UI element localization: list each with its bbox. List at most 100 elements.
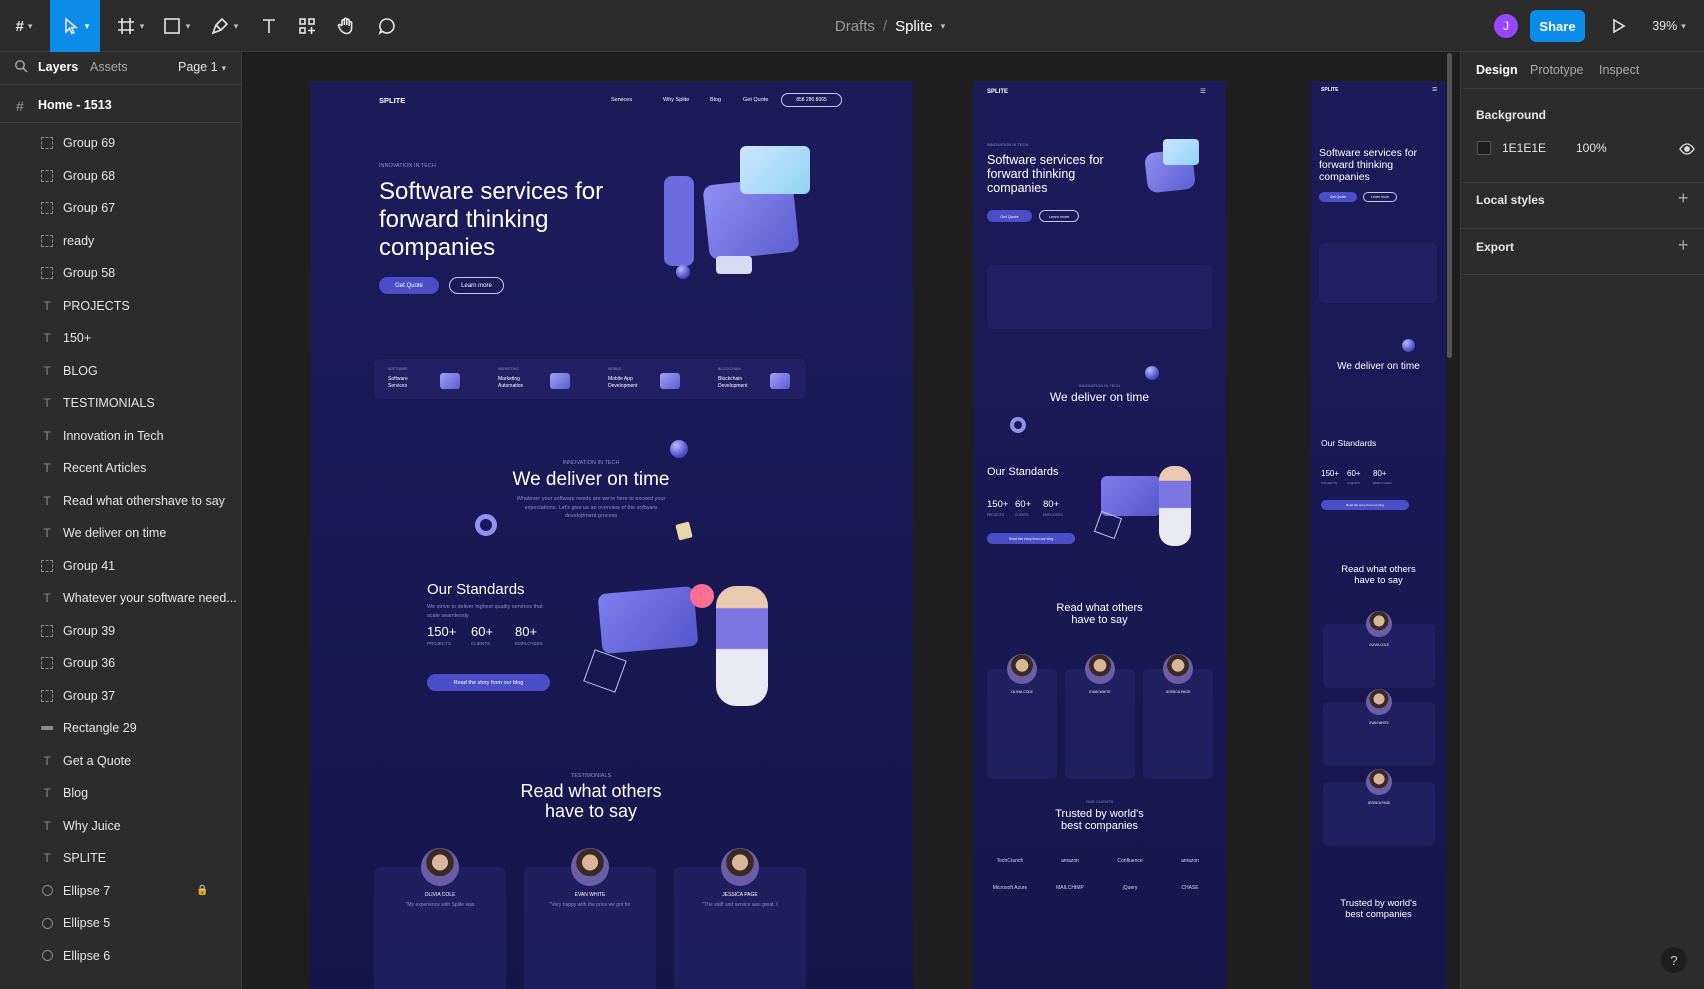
get-quote-button[interactable]: Get Quote [379, 277, 439, 294]
layer-row[interactable]: Group 69 [0, 127, 241, 159]
avatar [1366, 769, 1392, 795]
components-icon [299, 18, 315, 34]
canvas[interactable]: SPLITE Services Why Splite Blog Get Quot… [242, 52, 1460, 989]
layer-row[interactable]: T PROJECTS [0, 290, 241, 322]
add-local-style-icon[interactable]: + [1678, 188, 1689, 209]
layer-row[interactable]: Group 39 [0, 615, 241, 647]
layer-row[interactable]: ready [0, 225, 241, 257]
nav-blog[interactable]: Blog [710, 97, 721, 103]
resources-tool-button[interactable] [292, 0, 322, 52]
tab-assets[interactable]: Assets [90, 60, 128, 74]
layer-row[interactable]: Rectangle 29 [0, 712, 241, 744]
present-button[interactable] [1605, 0, 1631, 52]
background-opacity[interactable]: 100% [1576, 141, 1607, 155]
tab-layers[interactable]: Layers [38, 60, 78, 74]
layer-row[interactable]: T Innovation in Tech [0, 420, 241, 452]
user-avatar[interactable]: J [1493, 0, 1519, 52]
chevron-down-icon[interactable]: ▾ [941, 21, 946, 32]
help-button[interactable]: ? [1661, 947, 1687, 973]
get-quote-button[interactable]: Get Quote [987, 210, 1032, 222]
page-select[interactable]: Page 1 ▾ [178, 60, 226, 74]
background-swatch[interactable] [1477, 141, 1491, 155]
service-item[interactable]: MARKETING Marketing Automation [498, 367, 598, 393]
tab-design[interactable]: Design [1476, 63, 1518, 77]
layer-name: Blog [63, 786, 89, 800]
add-export-icon[interactable]: + [1678, 235, 1689, 256]
layer-name: Whatever your software need... [63, 591, 237, 605]
nav-why[interactable]: Why Splite [663, 97, 689, 103]
learn-more-button[interactable]: Learn more [1363, 192, 1397, 202]
get-quote-button[interactable]: Get Quote [1319, 192, 1357, 202]
layer-row[interactable]: Ellipse 5 [0, 907, 241, 939]
hamburger-icon[interactable]: ≡ [1200, 86, 1206, 97]
divider [0, 84, 241, 85]
blog-story-button[interactable]: Read the story from our blog [987, 533, 1075, 544]
text-layer-icon: T [43, 753, 51, 768]
layer-name: BLOG [63, 363, 98, 378]
cube-illustration [583, 649, 627, 693]
standards-text-line: We strive to deliver highest quality ser… [427, 604, 543, 610]
tablet-frame[interactable]: SPLITE ≡ INNOVATION IN TECH Software ser… [973, 81, 1226, 989]
layer-row[interactable]: T Blog [0, 777, 241, 809]
background-hex[interactable]: 1E1E1E [1502, 141, 1546, 155]
comment-tool-button[interactable] [372, 0, 402, 52]
tab-inspect[interactable]: Inspect [1599, 63, 1639, 77]
layer-row[interactable]: Ellipse 7 🔒 [0, 875, 241, 907]
service-item[interactable]: BLOCKCHAIN Blockchain Development [718, 367, 818, 393]
layer-row[interactable]: Group 68 [0, 160, 241, 192]
layer-name: Get a Quote [63, 753, 132, 768]
layer-row[interactable]: T Read what othershave to say [0, 485, 241, 517]
search-icon[interactable] [14, 59, 28, 73]
layer-row[interactable]: Group 41 [0, 550, 241, 582]
blog-story-button[interactable]: Read the story from our blog [1321, 500, 1409, 510]
blog-story-button[interactable]: Read the story from our blog [427, 674, 550, 691]
frame-layer-home[interactable]: Home - 1513 [38, 98, 112, 112]
layer-row[interactable]: T BLOG [0, 355, 241, 387]
service-item[interactable]: SOFTWARE Software Services [388, 367, 488, 393]
nav-quote[interactable]: Get Quote [743, 97, 768, 103]
nav-services[interactable]: Services [611, 97, 632, 103]
layer-row[interactable]: T Why Juice [0, 810, 241, 842]
eye-icon[interactable] [1679, 141, 1695, 162]
tab-prototype[interactable]: Prototype [1530, 63, 1584, 77]
learn-more-button[interactable]: Learn more [1039, 210, 1079, 222]
desktop-frame[interactable]: SPLITE Services Why Splite Blog Get Quot… [310, 81, 913, 989]
group-shape-icon [41, 234, 53, 247]
layer-row[interactable]: Group 67 [0, 192, 241, 224]
move-tool-button[interactable]: ▾ [50, 0, 100, 52]
file-name[interactable]: Splite [895, 18, 933, 35]
breadcrumb: Drafts / Splite ▾ [800, 0, 980, 52]
share-button[interactable]: Share [1530, 0, 1585, 52]
canvas-scrollbar[interactable] [1447, 53, 1452, 358]
learn-more-button[interactable]: Learn more [449, 277, 504, 294]
shape-tool-button[interactable]: ▾ [156, 0, 196, 52]
main-menu-button[interactable]: # ▾ [6, 0, 42, 52]
pen-tool-button[interactable]: ▾ [204, 0, 244, 52]
testimonial-name: EVAN WHITE [1089, 690, 1111, 694]
hamburger-icon[interactable]: ≡ [1432, 84, 1437, 94]
service-item[interactable]: MOBILE Mobile App Development [608, 367, 708, 393]
layer-row[interactable]: T Get a Quote [0, 745, 241, 777]
layer-row[interactable]: T We deliver on time [0, 517, 241, 549]
testimonial-name: JESSICA PAGE [1367, 801, 1391, 805]
layer-row[interactable]: Group 37 [0, 680, 241, 712]
phone-button[interactable]: 858 280 8065 [781, 93, 842, 107]
breadcrumb-drafts[interactable]: Drafts [835, 18, 875, 35]
frame-tool-button[interactable]: ▾ [110, 0, 150, 52]
layer-row[interactable]: T Whatever your software need... [0, 582, 241, 614]
layer-row[interactable]: Ellipse 6 [0, 940, 241, 972]
mobile-frame[interactable]: SPLITE ≡ Software services for forward t… [1311, 81, 1446, 989]
zoom-menu[interactable]: 39% ▾ [1645, 0, 1693, 52]
layer-row[interactable]: T 150+ [0, 322, 241, 354]
avatar [571, 848, 609, 886]
layer-name: We deliver on time [63, 526, 167, 540]
lock-icon[interactable]: 🔒 [196, 885, 208, 896]
service-category: BLOCKCHAIN [718, 367, 741, 371]
layer-row[interactable]: Group 58 [0, 257, 241, 289]
layer-row[interactable]: Group 36 [0, 647, 241, 679]
layer-row[interactable]: T TESTIMONIALS [0, 387, 241, 419]
layer-row[interactable]: T Recent Articles [0, 452, 241, 484]
layer-row[interactable]: T SPLITE [0, 842, 241, 874]
hand-tool-button[interactable] [331, 0, 361, 52]
text-tool-button[interactable] [254, 0, 284, 52]
